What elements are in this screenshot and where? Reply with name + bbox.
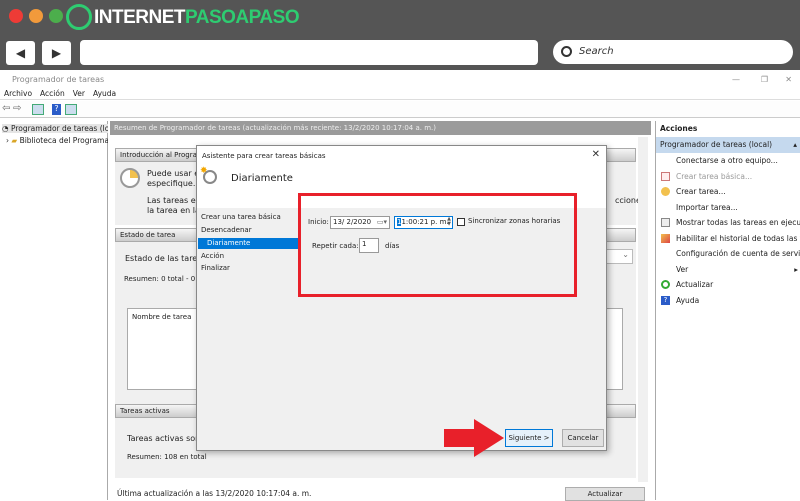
tree-item-root[interactable]: ◔ Programador de tareas (local) [2,124,108,133]
action-create-basic-task[interactable]: Crear tarea básica... [656,169,800,185]
action-service-account[interactable]: Configuración de cuenta de servici... [656,246,800,262]
forward-button[interactable]: ▶ [42,41,71,65]
close-dot[interactable] [9,9,23,23]
action-refresh[interactable]: Actualizar [656,277,800,293]
logo: INTERNETPASOAPASO [94,7,300,28]
history-icon [661,233,670,243]
dialog-title: Asistente para crear tareas básicas [202,152,326,160]
menu-bar: Archivo Acción Ver Ayuda [0,87,800,100]
basic-task-wizard-dialog: Asistente para crear tareas básicas ✕ ✸ … [196,145,607,451]
help-icon[interactable]: ? [52,104,61,115]
help-icon: ? [661,295,670,305]
sun-icon: ✸ [200,166,208,176]
scrollbar[interactable] [638,137,648,482]
restore-icon[interactable]: ❐ [761,72,768,87]
back-arrow-icon[interactable]: ⇦ [2,103,10,114]
last-update-text: Última actualización a las 13/2/2020 10:… [117,489,312,498]
wizard-step-action[interactable]: Acción [201,251,224,262]
running-tasks-icon [661,218,670,227]
cancel-button[interactable]: Cancelar [562,429,604,447]
action-help[interactable]: ? Ayuda [656,293,800,309]
summary-header: Resumen de Programador de tareas (actual… [110,121,651,135]
submenu-arrow-icon: ▸ [794,264,798,274]
highlight-box [298,193,577,297]
refresh-button[interactable]: Actualizar [565,487,645,501]
browser-chrome: INTERNETPASOAPASO ◀ ▶ Search [0,0,800,70]
wizard-step-finish[interactable]: Finalizar [201,263,230,274]
clock-icon [120,168,140,188]
minimize-dot[interactable] [29,9,43,23]
action-view[interactable]: Ver ▸ [656,262,800,278]
menu-accion[interactable]: Acción [40,89,65,98]
folder-icon: ▰ [11,136,18,145]
navigation-tree: ◔ Programador de tareas (local) › ▰ Bibl… [0,121,108,500]
window-title: Programador de tareas — ❐ ✕ [0,72,800,87]
actions-title: Acciones [660,124,698,133]
menu-ayuda[interactable]: Ayuda [93,89,116,98]
actions-group-header[interactable]: Programador de tareas (local) ▴ [656,137,800,153]
action-import-task[interactable]: Importar tarea... [656,200,800,216]
refresh-icon [661,280,670,289]
basic-task-icon [661,171,670,181]
next-button[interactable]: Siguiente > [505,429,553,447]
tree-item-library[interactable]: › ▰ Biblioteca del Programador [6,136,108,145]
create-task-icon [661,187,670,196]
actions-pane: Acciones Programador de tareas (local) ▴ … [655,121,800,500]
panel-icon[interactable] [65,104,77,115]
search-icon [561,46,572,57]
active-summary: Resumen: 108 en total [127,453,207,461]
minimize-icon[interactable]: — [732,72,740,87]
dialog-heading: Diariamente [231,173,293,184]
action-create-task[interactable]: Crear tarea... [656,184,800,200]
maximize-dot[interactable] [49,9,63,23]
menu-archivo[interactable]: Archivo [4,89,32,98]
menu-ver[interactable]: Ver [73,89,85,98]
logo-icon [66,4,92,30]
back-button[interactable]: ◀ [6,41,35,65]
wizard-step-daily[interactable]: Diariamente [198,238,301,249]
toolbar: ⇦ ⇨ ? [0,101,800,118]
wizard-step-trigger[interactable]: Desencadenar [201,225,252,236]
wizard-step-create[interactable]: Crear una tarea básica [201,212,281,223]
console-icon[interactable] [32,104,44,115]
dialog-close-icon[interactable]: ✕ [592,149,600,160]
task-name-column[interactable]: Nombre de tarea [132,313,191,321]
address-bar[interactable] [80,40,538,65]
search-input[interactable]: Search [553,40,793,64]
red-arrow-icon [444,419,504,457]
action-enable-history[interactable]: Habilitar el historial de todas las tar.… [656,231,800,247]
close-icon[interactable]: ✕ [785,72,792,87]
action-show-running[interactable]: Mostrar todas las tareas en ejecución [656,215,800,231]
action-connect[interactable]: Conectarse a otro equipo... [656,153,800,169]
forward-arrow-icon[interactable]: ⇨ [13,103,21,114]
status-summary: Resumen: 0 total - 0 en [124,275,207,283]
